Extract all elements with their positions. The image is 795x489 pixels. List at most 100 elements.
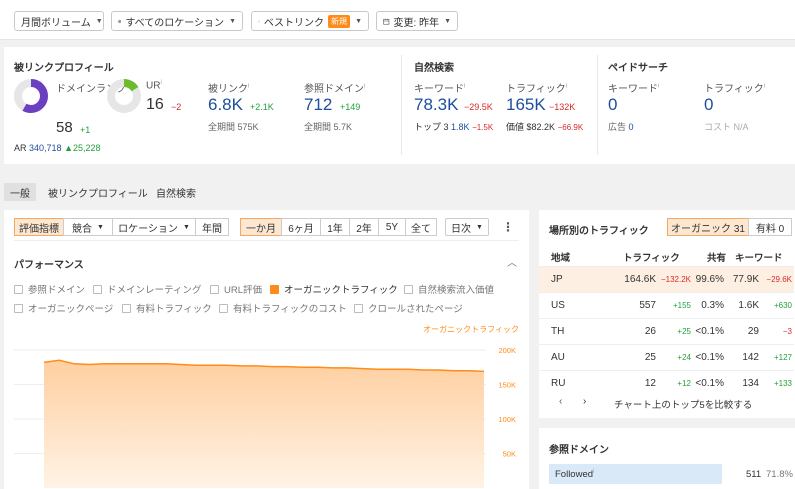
chevron-left-icon[interactable]: ‹ — [559, 396, 562, 407]
overview-card: 被リンクプロフィール ドメインランクi 58 +1 AR 340,718 ▲25… — [4, 47, 795, 164]
traffic-delta-cell: +24 — [677, 353, 691, 362]
paid-traffic-value[interactable]: 0 — [704, 95, 713, 115]
table-row[interactable]: TH 26 +25 <0.1% 29 −3 — [539, 318, 794, 344]
table-row[interactable]: AU 25 +24 <0.1% 142 +127 — [539, 344, 794, 370]
location-cell: RU — [551, 378, 566, 389]
location-select[interactable]: ロケーション ▼ — [112, 218, 196, 236]
ur-label: UR — [146, 80, 161, 92]
check-label: URL評価 — [224, 285, 263, 296]
tab-organic-locations[interactable]: オーガニック 31 — [667, 218, 749, 236]
range-5y[interactable]: 5Y — [378, 218, 406, 236]
range-1y[interactable]: 1年 — [320, 218, 350, 236]
change-label: 変更: 昨年 — [393, 17, 440, 29]
referring-domains-card: 参照ドメイン Followedi 511 71.8% — [539, 428, 795, 489]
check-organic-pages[interactable]: オーガニックページ — [14, 301, 113, 315]
check-label: クロールされたページ — [368, 304, 463, 315]
links-dropdown[interactable]: ベストリンク 新規 ▼ — [251, 11, 369, 31]
divider — [14, 240, 519, 241]
calendar-icon — [383, 18, 390, 24]
chevron-up-icon[interactable]: ︿ — [507, 254, 517, 269]
caret-down-icon: ▼ — [444, 17, 451, 25]
dr-value: 58 — [56, 119, 73, 136]
checkbox-icon — [93, 284, 102, 294]
check-ref-domains[interactable]: 参照ドメイン — [14, 282, 85, 296]
followed-label: Followed — [555, 469, 594, 481]
info-icon: i — [248, 83, 250, 90]
value-label: 価値 — [506, 122, 525, 132]
interval-dropdown[interactable]: 日次 ▼ — [445, 218, 489, 236]
table-row[interactable]: US 557 +155 0.3% 1.6K +630 — [539, 292, 794, 318]
ar-delta: ▲25,228 — [64, 143, 101, 153]
ar-label: AR — [14, 143, 27, 153]
tab-paid-locations[interactable]: 有料 0 — [748, 218, 792, 236]
traffic-cell: 26 — [644, 326, 656, 337]
value-row: 価値 $82.2K −66.9K — [506, 120, 583, 133]
table-row[interactable]: JP 164.6K −132.2K 99.6% 77.9K −29.6K — [539, 266, 794, 292]
check-paid-traffic[interactable]: 有料トラフィック — [122, 301, 212, 315]
location-select-label: ロケーション — [118, 223, 178, 235]
caret-down-icon: ▼ — [95, 17, 103, 25]
info-icon: i — [763, 83, 766, 90]
ads-label: 広告 — [608, 122, 627, 132]
years-button[interactable]: 年間 — [195, 218, 229, 236]
change-dropdown[interactable]: 変更: 昨年 ▼ — [376, 11, 458, 31]
organic-kw-label-wrap: キーワードi — [414, 80, 465, 95]
range-all[interactable]: 全て — [405, 218, 437, 236]
performance-card: 評価指標 競合 ▼ ロケーション ▼ 年間 一か月 6ヶ月 1年 2年 5Y 全て … — [4, 210, 529, 489]
followed-value: 511 — [746, 469, 762, 480]
traffic-delta-cell: +155 — [672, 301, 691, 310]
tab-general[interactable]: 一般 — [4, 183, 36, 201]
ads-value: 0 — [628, 122, 634, 132]
range-6m[interactable]: 6ヶ月 — [281, 218, 321, 236]
traffic-delta-cell: −132.2K — [660, 275, 691, 284]
metrics-button[interactable]: 評価指標 — [14, 218, 64, 236]
location-traffic-title: 場所別のトラフィック — [549, 226, 649, 237]
keywords-delta-cell: +133 — [773, 379, 792, 388]
traffic-by-location-card: 場所別のトラフィック オーガニック 31 有料 0 地域 トラフィック 共有 キ… — [539, 210, 795, 418]
info-icon: i — [658, 83, 660, 90]
check-paid-cost[interactable]: 有料トラフィックのコスト — [219, 301, 347, 315]
compare-top5-link[interactable]: チャート上のトップ5を比較する — [614, 397, 752, 411]
organic-traffic-value[interactable]: 165K — [506, 95, 546, 115]
info-icon: i — [593, 469, 595, 475]
organic-traffic-label: トラフィック — [506, 84, 566, 95]
paid-kw-value[interactable]: 0 — [608, 95, 617, 115]
organic-title: 自然検索 — [414, 63, 454, 74]
range-2y[interactable]: 2年 — [349, 218, 379, 236]
organic-kw-value[interactable]: 78.3K — [414, 95, 458, 115]
refdomains-delta: +149 — [340, 102, 361, 112]
check-url-rating[interactable]: URL評価 — [210, 282, 262, 296]
links-label: ベストリンク — [263, 17, 325, 29]
followed-label-wrap: Followedi — [555, 469, 594, 480]
traffic-chart: 200K 150K 100K 50K — [14, 346, 516, 488]
table-row[interactable]: RU 12 +12 <0.1% 134 +133 — [539, 370, 794, 396]
checkbox-icon — [404, 284, 413, 294]
check-organic-traffic[interactable]: オーガニックトラフィック — [270, 282, 398, 296]
url-rating-donut — [107, 79, 141, 113]
value-delta: −66.9K — [557, 123, 584, 132]
tab-organic[interactable]: 自然検索 — [150, 183, 202, 201]
refdomains-value[interactable]: 712 — [304, 95, 332, 115]
paid-traffic-label: トラフィック — [704, 84, 764, 95]
check-domain-rating[interactable]: ドメインレーティング — [93, 282, 201, 296]
tab-backlink-profile[interactable]: 被リンクプロフィール — [42, 183, 154, 201]
compare-dropdown[interactable]: 競合 ▼ — [63, 218, 113, 236]
backlinks-label-wrap: 被リンクi — [208, 80, 249, 95]
info-icon: i — [565, 83, 568, 90]
keywords-cell: 142 — [742, 352, 759, 363]
check-organic-value[interactable]: 自然検索流入価値 — [404, 282, 494, 296]
top3-value: 1.8K — [451, 122, 470, 132]
location-dropdown[interactable]: すべてのロケーション ▼ — [111, 11, 243, 31]
more-icon[interactable]: ⋮ — [502, 220, 514, 234]
header-share: 共有 — [707, 253, 727, 264]
volume-dropdown[interactable]: 月間ボリューム ▼ — [14, 11, 104, 31]
chevron-right-icon[interactable]: › — [583, 396, 586, 407]
range-1m[interactable]: 一か月 — [240, 218, 282, 236]
refdomains-label: 参照ドメイン — [304, 84, 364, 95]
check-crawled-pages[interactable]: クロールされたページ — [354, 301, 463, 315]
traffic-delta-cell: +12 — [677, 379, 691, 388]
backlinks-value[interactable]: 6.8K — [208, 95, 243, 115]
info-icon: i — [464, 83, 466, 90]
cost-value: N/A — [733, 122, 749, 132]
y-tick-label: 150K — [498, 381, 516, 390]
